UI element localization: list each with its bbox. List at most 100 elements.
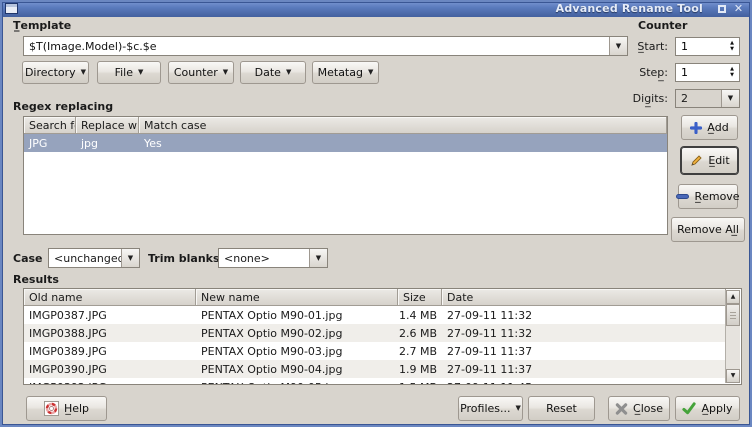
regex-table-row[interactable]: JPG jpg Yes xyxy=(24,134,667,152)
token-counter-button[interactable]: Counter ▼ xyxy=(168,61,234,84)
close-window-button[interactable]: ✕ xyxy=(730,2,747,16)
cell-old-name: IMGP0392.JPG xyxy=(24,378,196,384)
results-col-old-name[interactable]: Old name xyxy=(24,289,196,306)
results-row[interactable]: IMGP0387.JPG PENTAX Optio M90-01.jpg 1.4… xyxy=(24,306,726,324)
remove-all-button-label: Remove Al̲l xyxy=(677,223,739,236)
chevron-down-icon: ▼ xyxy=(138,69,143,76)
case-dropdown-button[interactable]: ▼ xyxy=(121,249,139,267)
window-title: Advanced Rename Tool xyxy=(556,2,703,15)
token-directory-label: Directory xyxy=(25,66,76,79)
cell-new-name: PENTAX Optio M90-03.jpg xyxy=(196,342,398,360)
remove-all-button[interactable]: Remove Al̲l xyxy=(671,217,745,242)
results-row[interactable]: IMGP0388.JPG PENTAX Optio M90-02.jpg 2.6… xyxy=(24,324,726,342)
chevron-down-icon: ▼ xyxy=(286,69,291,76)
token-file-button[interactable]: File ▼ xyxy=(97,61,161,84)
step-label: Step̲: xyxy=(620,66,668,79)
template-combobox[interactable]: ▼ xyxy=(23,36,628,56)
regex-cell-search: JPG xyxy=(24,134,76,152)
scroll-down-icon: ▼ xyxy=(731,373,736,379)
results-row[interactable]: IMGP0392.JPG PENTAX Optio M90-05.jpg 1.5… xyxy=(24,378,726,384)
cell-size: 1.4 MB xyxy=(398,306,442,324)
scrollbar-thumb[interactable] xyxy=(726,304,740,326)
cell-date: 27-09-11 11:45 xyxy=(442,378,726,384)
results-row[interactable]: IMGP0389.JPG PENTAX Optio M90-03.jpg 2.7… xyxy=(24,342,726,360)
cell-date: 27-09-11 11:32 xyxy=(442,306,726,324)
scrollbar-up-button[interactable]: ▲ xyxy=(726,290,740,304)
help-button-label: H̲elp xyxy=(64,402,89,415)
chevron-down-icon: ▼ xyxy=(316,255,321,262)
profiles-button[interactable]: Profiles... ▼ xyxy=(458,396,523,421)
results-scrollbar[interactable]: ▲ ▼ xyxy=(725,290,740,383)
dialog-body: T̲emplate ▼ Directory ▼ File ▼ Counter ▼… xyxy=(0,17,752,427)
digits-value: 2 xyxy=(676,90,721,107)
digits-dropdown-button[interactable]: ▼ xyxy=(721,90,739,107)
cell-date: 27-09-11 11:37 xyxy=(442,360,726,378)
cell-size: 1.9 MB xyxy=(398,360,442,378)
spin-down-icon[interactable]: ▼ xyxy=(730,47,734,52)
reset-button[interactable]: Reset xyxy=(528,396,595,421)
spin-down-icon[interactable]: ▼ xyxy=(730,73,734,78)
cell-date: 27-09-11 11:37 xyxy=(442,342,726,360)
close-window-icon: ✕ xyxy=(734,3,743,14)
regex-col-search-for[interactable]: Search for xyxy=(24,117,76,134)
cell-old-name: IMGP0387.JPG xyxy=(24,306,196,324)
regex-cell-match: Yes xyxy=(139,134,667,152)
regex-col-replace-with[interactable]: Replace with xyxy=(76,117,139,134)
close-button[interactable]: C̲lose xyxy=(608,396,670,421)
case-combobox[interactable]: <unchanged> ▼ xyxy=(48,248,140,268)
close-x-icon xyxy=(615,403,628,415)
chevron-down-icon: ▼ xyxy=(368,69,373,76)
token-date-button[interactable]: Date ▼ xyxy=(240,61,306,84)
help-button[interactable]: H̲elp xyxy=(26,396,107,421)
cell-new-name: PENTAX Optio M90-05.jpg xyxy=(196,378,398,384)
digits-label: Dig̲its: xyxy=(620,92,668,105)
trim-blanks-value: <none> xyxy=(219,249,309,267)
chevron-down-icon: ▼ xyxy=(128,255,133,262)
token-directory-button[interactable]: Directory ▼ xyxy=(22,61,89,84)
regex-col-match-case[interactable]: Match case xyxy=(139,117,667,134)
start-spinbox[interactable]: ▲ ▼ xyxy=(675,37,740,56)
cell-date: 27-09-11 11:32 xyxy=(442,324,726,342)
trim-blanks-dropdown-button[interactable]: ▼ xyxy=(309,249,327,267)
titlebar[interactable]: Advanced Rename Tool ✕ xyxy=(0,0,752,17)
token-metatag-button[interactable]: Metatag ▼ xyxy=(312,61,379,84)
results-col-new-name[interactable]: New name xyxy=(196,289,398,306)
window-menu-icon[interactable] xyxy=(5,3,18,14)
token-counter-label: Counter xyxy=(174,66,218,79)
cell-old-name: IMGP0389.JPG xyxy=(24,342,196,360)
profiles-button-label: Profiles... xyxy=(460,402,510,415)
cell-old-name: IMGP0388.JPG xyxy=(24,324,196,342)
maximize-button[interactable] xyxy=(713,2,730,16)
results-col-date[interactable]: Date xyxy=(442,289,726,306)
cell-size: 2.6 MB xyxy=(398,324,442,342)
step-spinbox[interactable]: ▲ ▼ xyxy=(675,63,740,82)
trim-blanks-combobox[interactable]: <none> ▼ xyxy=(218,248,328,268)
regex-table-header: Search for Replace with Match case xyxy=(24,117,667,134)
cell-size: 1.5 MB xyxy=(398,378,442,384)
template-input[interactable] xyxy=(24,37,609,55)
add-button[interactable]: A̲dd xyxy=(681,115,738,140)
edit-button[interactable]: E̲dit xyxy=(681,147,738,174)
start-spinbox-input[interactable] xyxy=(676,38,725,55)
chevron-down-icon: ▼ xyxy=(516,405,521,412)
case-value: <unchanged> xyxy=(49,249,121,267)
remove-button[interactable]: R̲emove xyxy=(678,184,738,209)
results-row[interactable]: IMGP0390.JPG PENTAX Optio M90-04.jpg 1.9… xyxy=(24,360,726,378)
close-button-label: C̲lose xyxy=(633,402,663,415)
help-lifesaver-icon xyxy=(44,401,59,416)
results-section-label: Results xyxy=(13,273,59,286)
case-label: Case xyxy=(13,252,43,265)
chevron-down-icon: ▼ xyxy=(728,95,733,102)
results-table-header: Old name New name Size Date xyxy=(24,289,726,306)
scrollbar-down-button[interactable]: ▼ xyxy=(726,369,740,383)
apply-button-label: A̲pply xyxy=(701,402,732,415)
checkmark-icon xyxy=(682,402,696,415)
apply-button[interactable]: A̲pply xyxy=(675,396,740,421)
advanced-rename-tool-window: Advanced Rename Tool ✕ T̲emplate ▼ Direc… xyxy=(0,0,752,427)
counter-group-label: Counter xyxy=(638,19,687,32)
results-col-size[interactable]: Size xyxy=(398,289,442,306)
reset-button-label: Reset xyxy=(546,402,577,415)
digits-combobox[interactable]: 2 ▼ xyxy=(675,89,740,108)
step-spinbox-input[interactable] xyxy=(676,64,725,81)
regex-cell-replace: jpg xyxy=(76,134,139,152)
